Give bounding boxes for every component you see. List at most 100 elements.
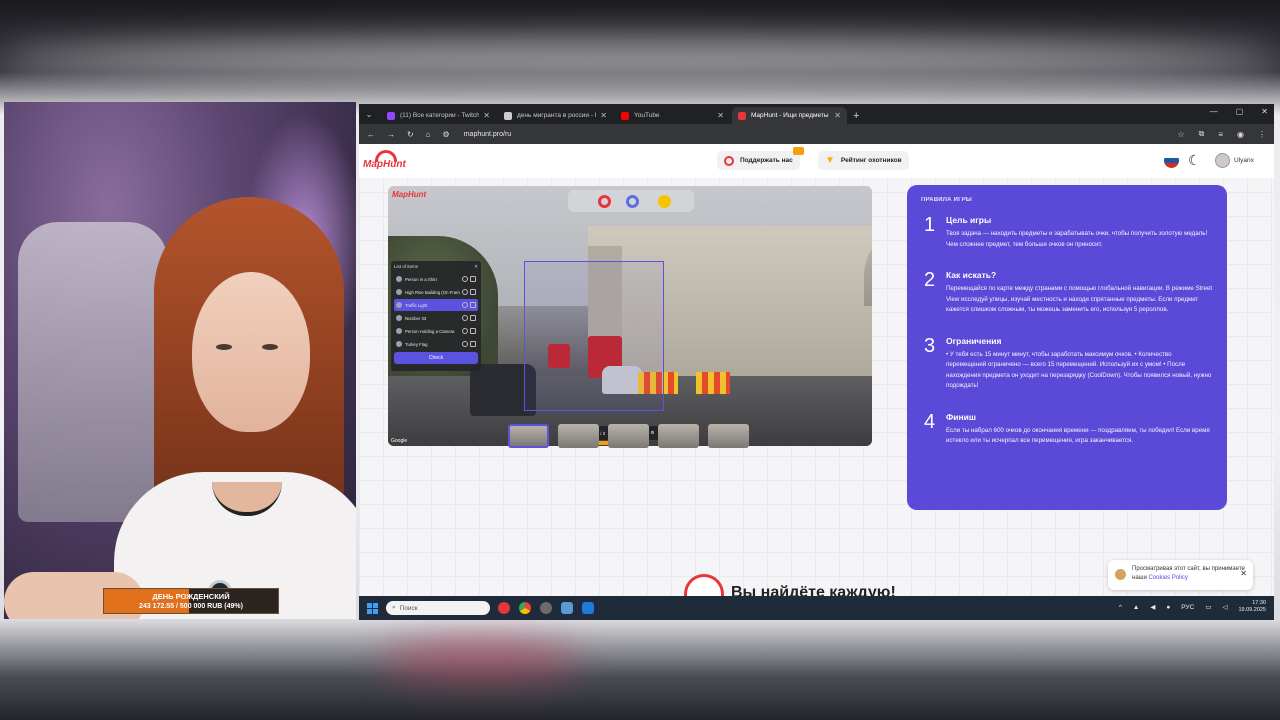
browser-window: ⌄ (11) Все категории - Twitch ✕ день мигра… [359, 104, 1274, 620]
maximize-icon[interactable]: ▢ [1236, 107, 1244, 116]
tab-close-icon[interactable]: ✕ [600, 111, 607, 120]
volume-icon[interactable]: ◁ [1222, 603, 1227, 611]
moon-icon[interactable]: ☾ [1188, 152, 1201, 168]
reroll-icon[interactable] [470, 289, 476, 295]
windows-start-icon[interactable] [367, 602, 378, 614]
rating-button[interactable]: ▼ Рейтинг охотников [818, 151, 909, 170]
item-info-icon[interactable] [462, 341, 468, 347]
item-row[interactable]: Turkey Flag [394, 338, 478, 350]
rule-item: 2 Как искать? Перемещайся по карте между с… [921, 270, 1213, 316]
close-icon[interactable]: ✕ [1240, 569, 1247, 578]
thumbnail[interactable] [708, 424, 749, 448]
tray-speaker-icon[interactable]: ◀ [1150, 603, 1155, 611]
reroll-icon[interactable] [470, 302, 476, 308]
language-indicator[interactable]: РУС [1181, 604, 1194, 611]
item-info-icon[interactable] [462, 276, 468, 282]
back-icon[interactable]: ← [367, 130, 375, 139]
home-icon[interactable]: ⌂ [426, 130, 431, 139]
check-button[interactable]: Check [394, 352, 478, 364]
address-bar: ← → ↻ ⌂ ⚙ maphunt.pro/ru ☆ ⧉ ≡ ◉ ⋮ [359, 124, 1274, 144]
browser-tab[interactable]: MapHunt - Ищи предметы и зара ✕ [732, 107, 847, 124]
minimize-icon[interactable]: — [1210, 107, 1218, 116]
profile-icon[interactable]: ◉ [1237, 130, 1244, 139]
item-info-icon[interactable] [462, 302, 468, 308]
location-thumbnails [508, 424, 749, 448]
tab-search-icon[interactable]: ⌄ [363, 108, 375, 122]
close-window-icon[interactable]: ✕ [1261, 107, 1268, 116]
bookmark-star-icon[interactable]: ☆ [1177, 130, 1184, 139]
network-icon[interactable]: ▭ [1205, 603, 1211, 611]
thumbnail[interactable] [558, 424, 599, 448]
browser-tab[interactable]: YouTube ✕ [615, 107, 730, 124]
obs-icon[interactable] [540, 602, 552, 614]
app-icon[interactable] [582, 602, 594, 614]
thumbnail[interactable] [608, 424, 649, 448]
url-field[interactable]: maphunt.pro/ru [464, 131, 1166, 138]
tab-favicon-icon [621, 111, 629, 120]
item-icon [396, 289, 402, 295]
reroll-icon[interactable] [470, 341, 476, 347]
blur-highlight [0, 40, 1280, 80]
item-info-icon[interactable] [462, 289, 468, 295]
user-avatar[interactable] [1215, 153, 1230, 168]
cathedral-dome [864, 226, 872, 306]
item-row[interactable]: Person in a Shirt [394, 273, 478, 285]
forward-icon[interactable]: → [387, 130, 395, 139]
support-button[interactable]: Поддержать нас [717, 147, 804, 170]
item-info-icon[interactable] [462, 315, 468, 321]
username[interactable]: Ulyanx [1234, 157, 1254, 164]
ru-flag-icon[interactable] [1164, 153, 1179, 168]
reload-icon[interactable]: ↻ [407, 130, 414, 139]
tray-mic-icon[interactable]: ● [1166, 604, 1170, 611]
items-list: Person in a Shirt High Rise Building (On … [394, 273, 478, 350]
selection-frame[interactable] [524, 261, 664, 411]
medal-silver-icon[interactable] [626, 195, 639, 208]
taskbar-search[interactable]: ⌕ Поиск [386, 601, 490, 615]
thumbnail[interactable] [508, 424, 549, 448]
tab-close-icon[interactable]: ✕ [717, 111, 724, 120]
reroll-icon[interactable] [470, 315, 476, 321]
reroll-icon[interactable] [470, 276, 476, 282]
cookie-policy-link[interactable]: Cookies Policy [1149, 575, 1188, 581]
new-tab-icon[interactable]: + [853, 110, 859, 122]
tab-favicon-icon [738, 111, 746, 120]
medal-bronze-icon[interactable] [598, 195, 611, 208]
extensions-icon[interactable]: ⧉ [1199, 129, 1205, 139]
street-view-game[interactable]: MapHunt List of items ✕ Person in a Shir… [388, 186, 872, 446]
maphunt-logo[interactable]: MapHunt [363, 150, 413, 172]
tab-title: MapHunt - Ищи предметы и зара [751, 112, 830, 119]
close-panel-icon[interactable]: ✕ [474, 264, 478, 270]
rule-number: 4 [924, 410, 936, 433]
streamer-face [192, 272, 310, 432]
rule-text: • У тебя есть 15 минут минут, чтобы зара… [946, 350, 1212, 390]
item-row[interactable]: Traffic Light [394, 299, 478, 311]
chrome-icon[interactable] [519, 602, 531, 614]
donation-amount: 243 172.55 / 500 000 RUB (49%) [139, 603, 243, 610]
tab-close-icon[interactable]: ✕ [483, 111, 490, 120]
item-row[interactable]: Number 33 [394, 312, 478, 324]
yandex-icon[interactable] [498, 602, 510, 614]
browser-tab[interactable]: (11) Все категории - Twitch ✕ [381, 107, 496, 124]
tray-chevron-icon[interactable]: ^ [1119, 604, 1122, 611]
clock[interactable]: 17:30 19.09.2025 [1238, 600, 1266, 614]
medal-gold-icon[interactable] [658, 195, 671, 208]
browser-tab[interactable]: день мигранта в россии - Поиск ✕ [498, 107, 613, 124]
thumbnail[interactable] [658, 424, 699, 448]
browser-menu-icon[interactable]: ⋮ [1258, 130, 1266, 139]
site-info-icon[interactable]: ⚙ [443, 130, 450, 139]
item-info-icon[interactable] [462, 328, 468, 334]
rules-card: ПРАВИЛА ИГРЫ 1 Цель игры Твоя задача — нах… [907, 185, 1227, 510]
reroll-icon[interactable] [470, 328, 476, 334]
tray-alert-icon[interactable]: ▲ [1133, 604, 1139, 611]
chrome-alt-icon[interactable] [561, 602, 573, 614]
tabs-container: (11) Все категории - Twitch ✕ день мигрант… [381, 107, 849, 124]
item-row[interactable]: Person Holding a Camera [394, 325, 478, 337]
item-row[interactable]: High Rise Building (On Frame) [394, 286, 478, 298]
rule-title: Цель игры [946, 215, 992, 225]
media-icon[interactable]: ≡ [1218, 130, 1223, 139]
tab-title: (11) Все категории - Twitch [400, 112, 480, 119]
rules-heading: ПРАВИЛА ИГРЫ [921, 197, 972, 203]
tab-close-icon[interactable]: ✕ [834, 111, 841, 120]
logo-text: MapHunt [363, 159, 406, 170]
road-barrier [696, 372, 730, 394]
